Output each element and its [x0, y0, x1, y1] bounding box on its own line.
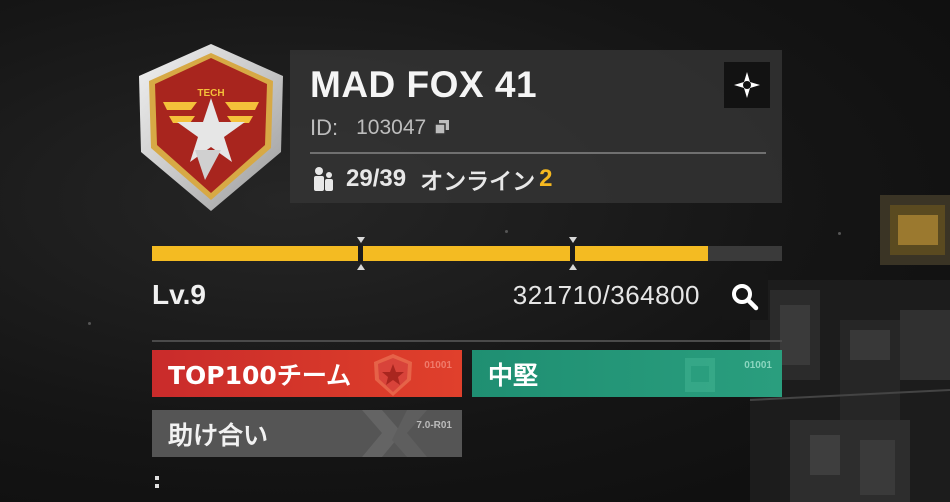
tag-code: 7.0-R01	[416, 420, 452, 431]
xp-marker	[569, 264, 577, 270]
badge-decoration-icon	[685, 358, 715, 392]
members-icon	[314, 167, 333, 191]
more-indicator	[155, 476, 159, 488]
online-label: オンライン	[420, 169, 536, 195]
tag-midlevel[interactable]: 中堅 01001	[472, 350, 782, 397]
xp-segment-gap	[358, 244, 363, 263]
background-dot	[88, 322, 91, 325]
tag-label: TOP100チーム	[168, 360, 352, 390]
id-value: 103047	[356, 116, 427, 139]
x-decoration-icon	[362, 410, 427, 457]
shield-star-icon	[374, 354, 412, 396]
id-label: ID:	[310, 115, 339, 140]
member-count: 29/39	[346, 165, 407, 192]
section-divider	[152, 340, 782, 342]
search-button[interactable]	[722, 274, 768, 320]
background-dot	[505, 230, 508, 233]
team-name: MAD FOX 41	[310, 64, 538, 105]
search-icon	[732, 284, 759, 311]
crosshair-icon	[734, 72, 760, 98]
background-machinery	[750, 195, 950, 502]
xp-marker	[569, 237, 577, 243]
team-header-panel: MAD FOX 41 ID: 103047 29/39 オンライン 2	[290, 50, 782, 203]
xp-segment-gap	[570, 244, 575, 263]
emblem-label: TECH	[197, 88, 224, 99]
crosshair-button[interactable]	[724, 62, 770, 108]
online-count: 2	[539, 165, 553, 192]
team-level: Lv.9	[152, 279, 206, 310]
tag-cooperative[interactable]: 助け合い 7.0-R01	[152, 410, 462, 457]
xp-marker	[357, 237, 365, 243]
header-divider	[310, 152, 766, 154]
members-row: 29/39 オンライン 2	[310, 162, 552, 196]
tag-label: 中堅	[488, 360, 539, 390]
xp-marker	[357, 264, 365, 270]
team-emblem: TECH	[139, 44, 283, 211]
team-id-row: ID: 103047	[310, 115, 450, 141]
copy-icon[interactable]	[434, 115, 450, 141]
xp-value: 321710/364800	[512, 280, 700, 310]
xp-progress-bar	[152, 237, 782, 270]
tag-code: 01001	[744, 360, 772, 371]
tag-label: 助け合い	[168, 420, 269, 450]
tag-top100[interactable]: TOP100チーム 01001	[152, 350, 462, 397]
xp-progress-fill	[152, 246, 708, 261]
tag-code: 01001	[424, 360, 452, 371]
